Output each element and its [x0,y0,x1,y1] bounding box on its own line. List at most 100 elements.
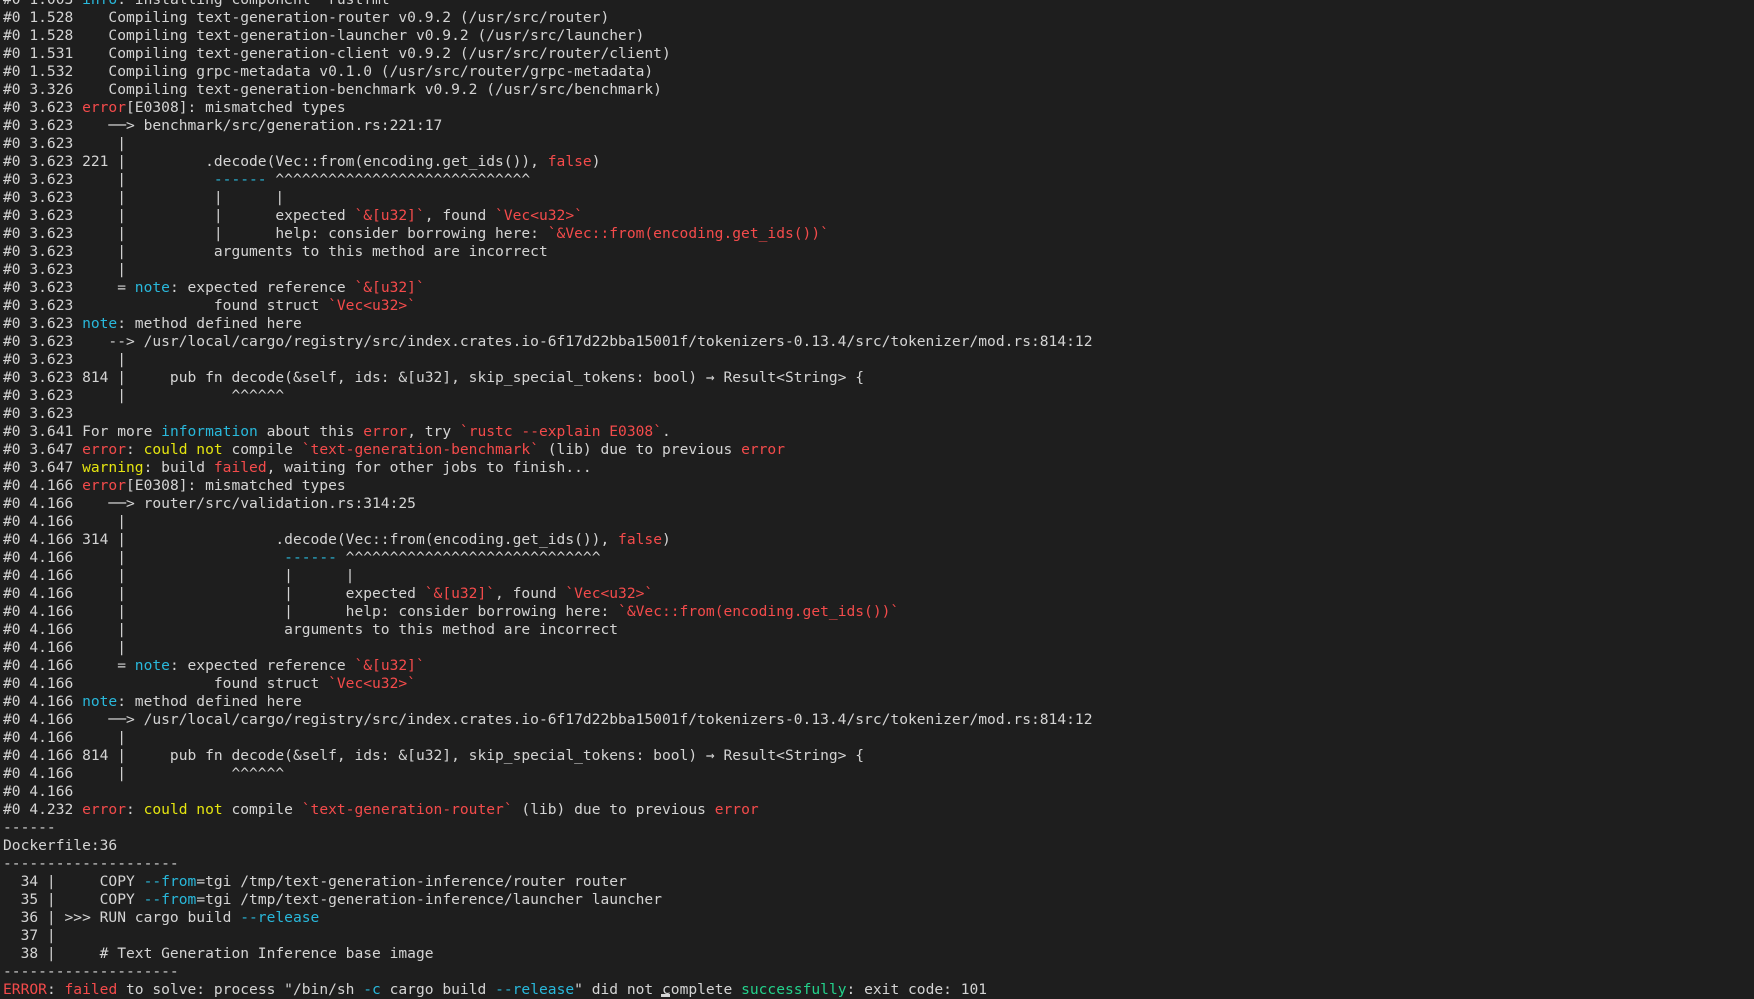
terminal-text: #0 3.623 | ^^^^^^ [3,387,285,404]
terminal-text: #0 4.166 found struct [3,675,329,692]
terminal-text-red: `text-generation-router` [301,801,513,818]
terminal-text-red: false [547,153,592,170]
terminal-text-cyan: note [134,657,170,674]
terminal-line: #0 4.166 | | help: consider borrowing he… [3,603,1093,621]
terminal-text: -------------------- [3,963,179,980]
terminal-text: #0 3.623 814 | pub fn decode(&self, ids:… [3,369,865,386]
terminal-text-red: `rustc --explain E0308` [459,423,662,440]
terminal-text: #0 4.166 | | | [3,567,355,584]
terminal-text: ------ [3,819,56,836]
terminal-text-red: error [82,99,127,116]
terminal-text: : [46,981,65,998]
terminal-text: #0 4.166 [3,693,83,710]
terminal-window[interactable]: #0 1.003 info: installing component 'rus… [0,0,1754,999]
terminal-text: : build [143,459,214,476]
terminal-text: . [662,423,671,440]
terminal-text: #0 4.166 | ^^^^^^ [3,765,285,782]
terminal-text-cyan: ------ [284,549,337,566]
terminal-text-red: error [741,441,786,458]
terminal-text: #0 4.166 = [3,657,135,674]
terminal-text: : installing component 'rustfmt' [117,0,398,8]
terminal-line: #0 1.532 Compiling grpc-metadata v0.1.0 … [3,63,1093,81]
terminal-text: : [126,441,144,458]
terminal-text: about this [257,423,364,440]
terminal-text: -------------------- [3,855,179,872]
terminal-line: ------ [3,819,1093,837]
terminal-line: #0 4.166 | ^^^^^^ [3,765,1093,783]
terminal-line: #0 4.166 | [3,729,1093,747]
terminal-text: #0 3.623 | | expected [3,207,355,224]
terminal-line: #0 4.232 error: could not compile `text-… [3,801,1093,819]
terminal-line: #0 4.166 814 | pub fn decode(&self, ids:… [3,747,1093,765]
terminal-text: : method defined here [117,693,302,710]
terminal-line: #0 4.166 314 | .decode(Vec::from(encodin… [3,531,1093,549]
terminal-text: ^^^^^^^^^^^^^^^^^^^^^^^^^^^^^ [266,171,531,188]
terminal-text: #0 3.623 --> /usr/local/cargo/registry/s… [3,333,1093,350]
terminal-text-cyan: --from [143,873,197,890]
terminal-text-red: `&[u32]` [354,657,425,674]
terminal-text-cyan: --release [240,909,320,926]
terminal-text: #0 4.166 | [3,729,127,746]
terminal-text-cyan: ------ [213,171,267,188]
terminal-line: #0 4.166 | [3,639,1093,657]
terminal-text-red: false [618,531,662,548]
terminal-line: -------------------- [3,963,1093,981]
terminal-line: 36 | >>> RUN cargo build --release [3,909,1093,927]
terminal-text-cyan: -c [363,981,381,998]
terminal-text: #0 3.647 [3,441,83,458]
terminal-text: ) [591,153,601,170]
terminal-text: 36 | >>> RUN cargo build [3,909,241,926]
terminal-line: ERROR: failed to solve: process "/bin/sh… [3,981,1093,999]
terminal-line: #0 3.623 ──> benchmark/src/generation.rs… [3,117,1093,135]
terminal-line: #0 3.647 warning: build failed, waiting … [3,459,1093,477]
terminal-line: #0 3.623 | | | [3,189,1093,207]
terminal-line: #0 1.528 Compiling text-generation-launc… [3,27,1093,45]
terminal-text: ) [661,531,671,548]
terminal-text-red: `Vec<u32>` [328,297,416,314]
terminal-text: #0 3.623 [3,315,83,332]
terminal-text-red: `Vec<u32>` [495,207,583,224]
terminal-text-cyan: note [82,693,118,710]
terminal-text: : expected reference [169,657,355,674]
terminal-text-cyan: --from [143,891,197,908]
terminal-text: : [126,801,144,818]
terminal-text-red: ERROR [3,981,47,998]
terminal-text: : method defined here [117,315,302,332]
terminal-cursor [661,994,670,997]
terminal-line: #0 3.623 found struct `Vec<u32>` [3,297,1093,315]
terminal-text: #0 1.528 Compiling text-generation-route… [3,9,610,26]
terminal-line: 38 | # Text Generation Inference base im… [3,945,1093,963]
terminal-text: compile [222,441,302,458]
terminal-text: #0 1.003 [3,0,82,8]
terminal-text-red: error [82,441,127,458]
terminal-text: to solve: process "/bin/sh [117,981,364,998]
terminal-line: #0 1.528 Compiling text-generation-route… [3,9,1093,27]
terminal-text: (lib) due to previous [538,441,742,458]
terminal-text-red: failed [213,459,267,476]
terminal-line: #0 4.166 ──> router/src/validation.rs:31… [3,495,1093,513]
terminal-text: #0 3.623 [3,405,74,422]
terminal-line: #0 3.623 | | help: consider borrowing he… [3,225,1093,243]
terminal-line: #0 3.647 error: could not compile `text-… [3,441,1093,459]
terminal-text-red: `Vec<u32>` [328,675,416,692]
terminal-line: 34 | COPY --from=tgi /tmp/text-generatio… [3,873,1093,891]
terminal-line: #0 4.166 note: method defined here [3,693,1093,711]
terminal-text-green: successfully [741,981,847,998]
terminal-line: #0 3.623 = note: expected reference `&[u… [3,279,1093,297]
terminal-line: #0 4.166 found struct `Vec<u32>` [3,675,1093,693]
terminal-line: #0 3.623 --> /usr/local/cargo/registry/s… [3,333,1093,351]
terminal-text: #0 3.623 | | help: consider borrowing he… [3,225,548,242]
terminal-text: #0 3.623 [3,99,83,116]
terminal-line: #0 1.003 info: installing component 'rus… [3,0,1093,9]
terminal-text-red: error [714,801,759,818]
terminal-text: " did not complete [574,981,742,998]
terminal-text: , waiting for other jobs to finish... [266,459,592,476]
terminal-line: #0 3.623 | ------ ^^^^^^^^^^^^^^^^^^^^^^… [3,171,1093,189]
terminal-line: #0 3.623 | ^^^^^^ [3,387,1093,405]
terminal-line: Dockerfile:36 [3,837,1093,855]
terminal-text: #0 4.166 ──> router/src/validation.rs:31… [3,495,416,512]
terminal-line: 35 | COPY --from=tgi /tmp/text-generatio… [3,891,1093,909]
terminal-text: ^^^^^^^^^^^^^^^^^^^^^^^^^^^^^ [336,549,601,566]
terminal-text: #0 3.623 | [3,171,214,188]
terminal-text: #0 3.641 For more [3,423,162,440]
